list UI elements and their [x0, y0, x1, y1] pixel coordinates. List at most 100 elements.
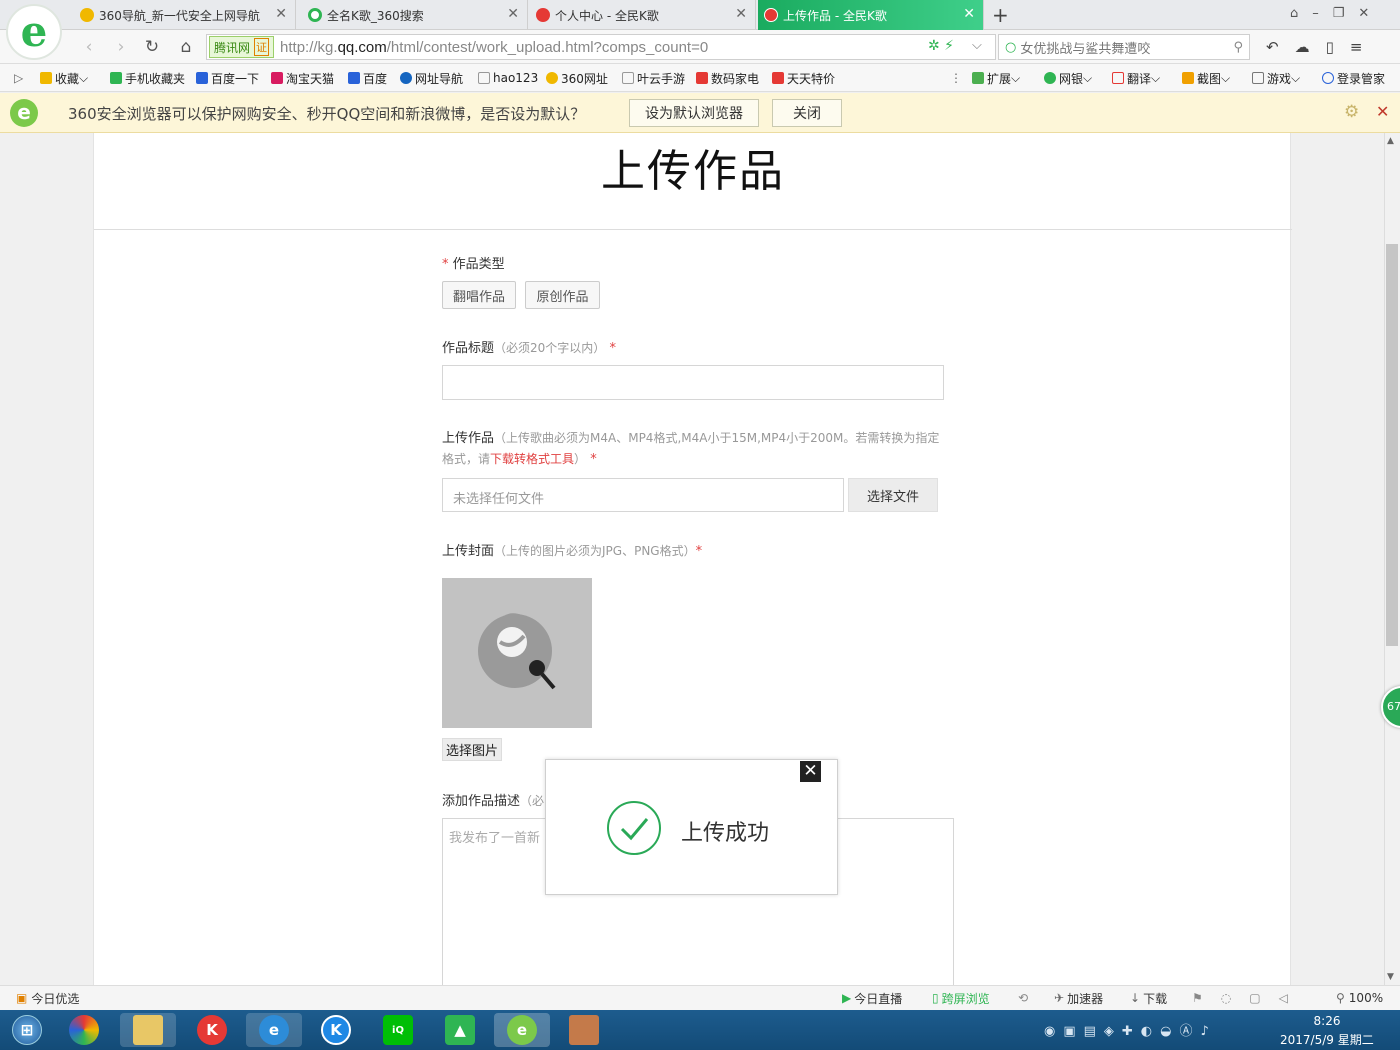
ext-button[interactable]: 扩展 ⌵ — [972, 69, 1020, 87]
cert-icon: 证 — [254, 38, 270, 56]
rocket-icon: ✈ — [1054, 991, 1065, 1005]
ie-icon: e — [259, 1015, 289, 1045]
title-input[interactable] — [442, 365, 944, 400]
choose-file-button[interactable]: 选择文件 — [848, 478, 938, 512]
bookmark-nav[interactable]: 网址导航 — [400, 69, 463, 87]
taskbar-kugou[interactable]: K — [308, 1013, 364, 1047]
close-icon[interactable]: ✕ — [275, 6, 287, 22]
live-today-button[interactable]: ▶ 今日直播 — [842, 990, 902, 1006]
close-icon[interactable]: ✕ — [735, 6, 747, 22]
browser-logo-icon[interactable]: e — [6, 4, 62, 60]
taskbar-explorer[interactable] — [120, 1013, 176, 1047]
bookmark-baidu-search[interactable]: 百度一下 — [196, 69, 259, 87]
url-path: /html/contest/work_upload.html?comps_cou… — [386, 38, 709, 56]
tab-360-nav[interactable]: 360导航_新一代安全上网导航 ✕ — [74, 0, 296, 30]
download-button[interactable]: ↓ 下载 — [1130, 990, 1167, 1006]
search-icon[interactable]: ⚲ — [1233, 40, 1243, 55]
cover-work-option[interactable]: 翻唱作品 — [442, 281, 516, 309]
bookmark-favorites[interactable]: 收藏 ⌵ — [40, 69, 88, 87]
site-cert-badge[interactable]: 腾讯网证 — [209, 36, 275, 58]
scroll-up-icon[interactable]: ▲ — [1387, 136, 1394, 146]
taskbar-360-browser[interactable]: e — [494, 1013, 550, 1047]
label-hint: （必 — [520, 794, 545, 808]
taskbar-iqiyi[interactable]: iQ — [370, 1013, 426, 1047]
bookmark-360[interactable]: 360网址 — [546, 69, 608, 87]
cross-screen-button[interactable]: ▯ 跨屏浏览 — [932, 990, 990, 1006]
choose-image-button[interactable]: 选择图片 — [442, 738, 502, 761]
login-manager-button[interactable]: 登录管家 — [1322, 69, 1385, 87]
taskbar-ie[interactable]: e — [246, 1013, 302, 1047]
page-title: 上传作品 — [601, 146, 785, 197]
zoom-control[interactable]: ⚲ 100% — [1336, 990, 1383, 1006]
more-icon[interactable]: ⋮ — [950, 69, 962, 87]
accelerator-button[interactable]: ✈ 加速器 — [1054, 990, 1103, 1006]
clock-time[interactable]: 8:26 — [1304, 1014, 1350, 1028]
download-converter-link[interactable]: 下载转格式工具 — [490, 452, 574, 466]
game-avatar-icon — [569, 1015, 599, 1045]
360-icon — [546, 72, 558, 84]
bookmark-taobao[interactable]: 淘宝天猫 — [271, 69, 334, 87]
history-icon[interactable]: ⟲ — [1018, 990, 1028, 1006]
refresh-button[interactable]: ↻ — [141, 36, 163, 58]
window-controls[interactable]: ⌂–❐✕ — [1290, 6, 1383, 21]
bookmark-baidu[interactable]: 百度 — [348, 69, 387, 87]
games-button[interactable]: 游戏 ⌵ — [1252, 69, 1300, 87]
search-input[interactable]: ○ 女优挑战与鲨共舞遭咬 ⚲ — [998, 34, 1250, 60]
new-tab-button[interactable]: + — [992, 3, 1009, 27]
label-text: 添加作品描述 — [442, 794, 521, 809]
tab-360-search[interactable]: 全名K歌_360搜索 ✕ — [302, 0, 528, 30]
scrollbar-thumb[interactable] — [1386, 244, 1398, 646]
page-icon — [622, 72, 634, 84]
back-button[interactable]: ‹ — [78, 36, 100, 58]
scroll-down-icon[interactable]: ▼ — [1387, 972, 1394, 982]
search-360-icon — [308, 8, 322, 22]
taskbar-game[interactable] — [556, 1013, 612, 1047]
taskbar-drive[interactable]: ▲ — [432, 1013, 488, 1047]
bookmark-digital[interactable]: 数码家电 — [696, 69, 759, 87]
download-icon: ↓ — [1130, 991, 1141, 1005]
system-tray-icons[interactable]: ◉▣▤◈✚◐◒Ⓐ♪ — [1044, 1020, 1217, 1039]
original-work-option[interactable]: 原创作品 — [525, 281, 600, 309]
bookmark-label: 百度一下 — [211, 71, 260, 86]
close-icon[interactable]: ✕ — [800, 761, 821, 782]
forward-button[interactable]: › — [110, 36, 132, 58]
kugou-icon: K — [321, 1015, 351, 1045]
bookmark-hao123[interactable]: hao123 — [478, 69, 538, 87]
toolbar-label: 游戏 — [1267, 71, 1292, 86]
bookmarks-toggle-icon[interactable]: ▷ — [14, 69, 23, 87]
bookmark-label: 天天特价 — [787, 71, 836, 86]
label-text: 作品标题 — [442, 341, 495, 356]
file-name-field[interactable]: 未选择任何文件 — [442, 478, 844, 512]
tab-personal-center[interactable]: 个人中心 - 全民K歌 ✕ — [530, 0, 756, 30]
speed-mode-icon[interactable]: ✲ ⚡ — [928, 38, 954, 54]
start-button[interactable]: ⊞ — [2, 1013, 52, 1047]
taskbar-kge-app[interactable]: K — [184, 1013, 240, 1047]
windows-icon: ⊞ — [12, 1015, 42, 1045]
status-tools-icons[interactable]: ⚑◌▢◁ — [1192, 990, 1306, 1006]
close-icon[interactable]: ✕ — [507, 6, 519, 22]
set-default-button[interactable]: 设为默认浏览器 — [629, 99, 759, 127]
translate-button[interactable]: 翻译 ⌵ — [1112, 69, 1160, 87]
phone-icon — [110, 72, 122, 84]
label-hint: （上传的图片必须为JPG、PNG格式） — [494, 544, 696, 558]
toolbar-icons[interactable]: ↶☁▯≡ — [1266, 38, 1378, 56]
daily-picks-button[interactable]: ▣ 今日优选 — [16, 990, 79, 1006]
bookmark-deals[interactable]: 天天特价 — [772, 69, 835, 87]
app-icon — [69, 1015, 99, 1045]
close-icon[interactable]: ✕ — [963, 6, 975, 22]
tab-upload-work[interactable]: 上传作品 - 全民K歌 ✕ — [758, 0, 984, 30]
upload-success-dialog: ✕ 上传成功 — [545, 759, 838, 895]
dropdown-icon[interactable]: ⌵ — [972, 38, 982, 53]
close-icon[interactable]: ✕ — [1376, 102, 1389, 121]
home-button[interactable]: ⌂ — [175, 36, 197, 58]
bookmark-yeyun[interactable]: 叶云手游 — [622, 69, 685, 87]
notice-close-button[interactable]: 关闭 — [772, 99, 842, 127]
play-icon: ▶ — [842, 991, 852, 1005]
url-field[interactable]: 腾讯网证 http://kg. qq.com/html/contest/work_… — [206, 34, 996, 60]
screenshot-button[interactable]: 截图 ⌵ — [1182, 69, 1230, 87]
gear-icon[interactable]: ⚙ — [1344, 102, 1359, 122]
ebank-button[interactable]: 网银 ⌵ — [1044, 69, 1092, 87]
clock-date[interactable]: 2017/5/9 星期二 — [1280, 1031, 1374, 1048]
bookmark-mobile[interactable]: 手机收藏夹 — [110, 69, 185, 87]
taskbar-app-color[interactable] — [58, 1013, 110, 1047]
